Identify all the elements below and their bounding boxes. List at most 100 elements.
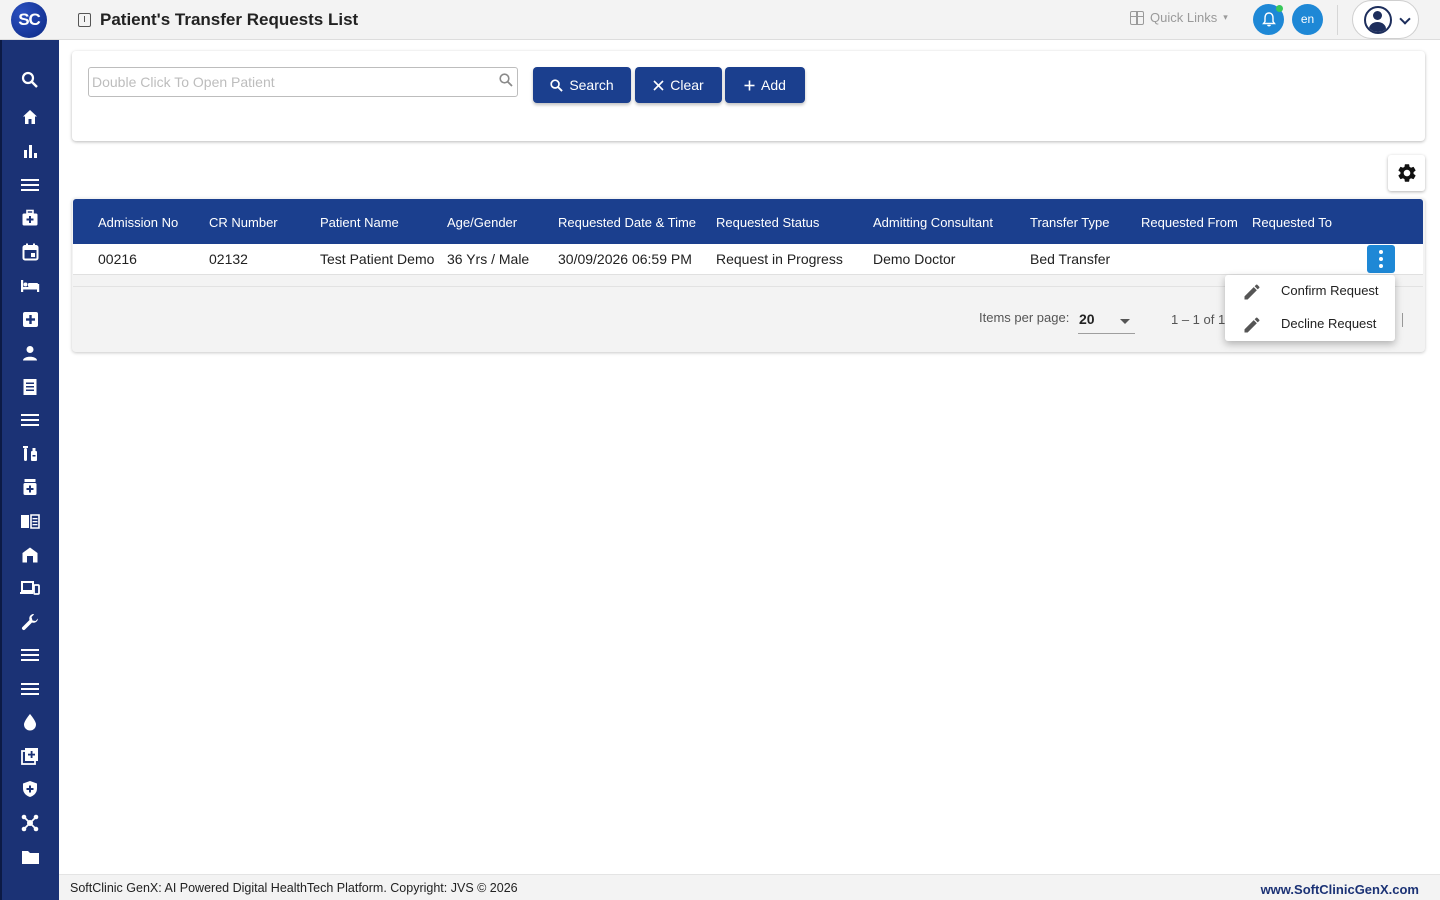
add-button[interactable]: Add: [725, 67, 805, 103]
column-header[interactable]: Transfer Type: [1030, 199, 1109, 244]
sidebar-item-devices[interactable]: [16, 574, 44, 602]
close-icon: [653, 79, 664, 91]
sidebar-item-patients[interactable]: [16, 339, 44, 367]
page-title-icon: [78, 13, 91, 27]
column-header[interactable]: Requested Status: [716, 199, 819, 244]
sidebar-item-blood-bank[interactable]: [16, 708, 44, 736]
cell-requested-datetime: 30/09/2026 06:59 PM: [558, 251, 692, 267]
cell-transfer-type: Bed Transfer: [1030, 251, 1111, 267]
sidebar-item-search[interactable]: [16, 66, 44, 94]
receipt-icon: [23, 379, 37, 395]
table-header: Admission No CR Number Patient Name Age/…: [73, 199, 1423, 244]
list-icon: [21, 683, 39, 695]
add-box-icon: [21, 748, 38, 765]
table-row[interactable]: 00216 02132 Test Patient Demo 36 Yrs / M…: [73, 244, 1423, 275]
items-per-page-select[interactable]: 20: [1078, 304, 1135, 334]
items-per-page-label: Items per page:: [979, 310, 1070, 325]
sidebar-item-files[interactable]: [16, 843, 44, 871]
sidebar-item-reports[interactable]: [16, 137, 44, 165]
plus-icon: [744, 80, 755, 90]
sidebar-nav: [0, 40, 59, 900]
cell-admission-no: 00216: [98, 251, 137, 267]
row-actions-menu: Confirm Request Decline Request: [1225, 275, 1395, 341]
notifications-button[interactable]: [1253, 4, 1284, 35]
sidebar-item-home[interactable]: [16, 103, 44, 131]
bed-icon: [21, 280, 40, 292]
list-icon: [21, 649, 39, 661]
pharmacy-icon: [23, 479, 37, 495]
bell-icon: [1261, 12, 1276, 27]
search-panel: Search Clear Add: [72, 51, 1425, 141]
cell-admitting-consultant: Demo Doctor: [873, 251, 956, 267]
column-settings-button[interactable]: [1388, 155, 1425, 191]
copyright-text: SoftClinic GenX: AI Powered Digital Heal…: [70, 881, 518, 895]
user-menu-button[interactable]: [1352, 0, 1419, 39]
chevron-down-icon: [1399, 13, 1411, 25]
row-actions-button[interactable]: [1367, 245, 1395, 273]
notification-dot: [1276, 5, 1283, 12]
sidebar-item-calendar[interactable]: [16, 238, 44, 266]
menu-icon: [21, 179, 39, 191]
sidebar-item-beds[interactable]: [16, 272, 44, 300]
sidebar-item-list-2[interactable]: [16, 641, 44, 669]
sidebar-item-insurance[interactable]: [16, 775, 44, 803]
medical-bag-icon: [22, 209, 38, 226]
store-icon: [22, 547, 38, 563]
sidebar-item-medical[interactable]: [16, 305, 44, 333]
caret-down-icon: [1120, 319, 1130, 324]
last-page-icon[interactable]: [1402, 313, 1403, 327]
language-button[interactable]: en: [1292, 4, 1323, 35]
sidebar-item-store[interactable]: [16, 541, 44, 569]
person-icon: [23, 346, 37, 361]
column-header[interactable]: Admission No: [98, 199, 178, 244]
book-icon: [21, 514, 40, 529]
column-header[interactable]: CR Number: [209, 199, 278, 244]
add-button-label: Add: [761, 77, 786, 93]
sidebar-item-pharmacy[interactable]: [16, 473, 44, 501]
menu-item-confirm-request[interactable]: Confirm Request: [1225, 275, 1395, 308]
sidebar-item-tools[interactable]: [16, 608, 44, 636]
sidebar-item-network[interactable]: [16, 809, 44, 837]
more-vert-icon: [1379, 250, 1383, 254]
cell-age-gender: 36 Yrs / Male: [447, 251, 530, 267]
column-header[interactable]: Requested To: [1252, 199, 1332, 244]
page-range-label: 1 – 1 of 1: [1171, 312, 1226, 327]
clear-button-label: Clear: [670, 77, 704, 93]
column-header[interactable]: Admitting Consultant: [873, 199, 993, 244]
table-divider: [73, 286, 1423, 287]
search-button[interactable]: Search: [533, 67, 631, 103]
logo-text: SC: [18, 10, 41, 29]
calendar-icon: [22, 243, 38, 261]
avatar-icon: [1364, 6, 1392, 34]
quick-links-menu[interactable]: Quick Links ▾: [1130, 10, 1228, 25]
sidebar-item-billing[interactable]: [16, 373, 44, 401]
cell-cr-number: 02132: [209, 251, 248, 267]
page-title: Patient's Transfer Requests List: [100, 10, 359, 29]
sidebar-item-library[interactable]: [16, 507, 44, 535]
search-icon: [21, 71, 38, 88]
sidebar-item-lab[interactable]: [16, 440, 44, 468]
column-header[interactable]: Requested Date & Time: [558, 199, 696, 244]
website-link[interactable]: www.SoftClinicGenX.com: [1261, 882, 1419, 897]
shield-plus-icon: [23, 781, 37, 797]
app-logo[interactable]: SC: [11, 2, 47, 38]
sidebar-item-list-3[interactable]: [16, 675, 44, 703]
home-icon: [23, 110, 37, 124]
bar-chart-icon: [24, 145, 37, 158]
column-header[interactable]: Requested From: [1141, 199, 1238, 244]
clear-button[interactable]: Clear: [635, 67, 722, 103]
devices-icon: [20, 581, 40, 595]
lab-icon: [23, 446, 37, 461]
cell-patient-name: Test Patient Demo: [320, 251, 435, 267]
sidebar-item-add-box[interactable]: [16, 742, 44, 770]
header-divider: [1337, 5, 1338, 35]
column-header[interactable]: Patient Name: [320, 199, 399, 244]
sidebar-item-medical-bag[interactable]: [16, 204, 44, 232]
sidebar-item-menu[interactable]: [16, 171, 44, 199]
transfer-requests-table: Admission No CR Number Patient Name Age/…: [72, 198, 1425, 352]
menu-item-decline-request[interactable]: Decline Request: [1225, 308, 1395, 341]
column-header[interactable]: Age/Gender: [447, 199, 517, 244]
sidebar-item-list[interactable]: [16, 406, 44, 434]
network-icon: [21, 814, 39, 832]
patient-search-input[interactable]: [88, 67, 518, 97]
